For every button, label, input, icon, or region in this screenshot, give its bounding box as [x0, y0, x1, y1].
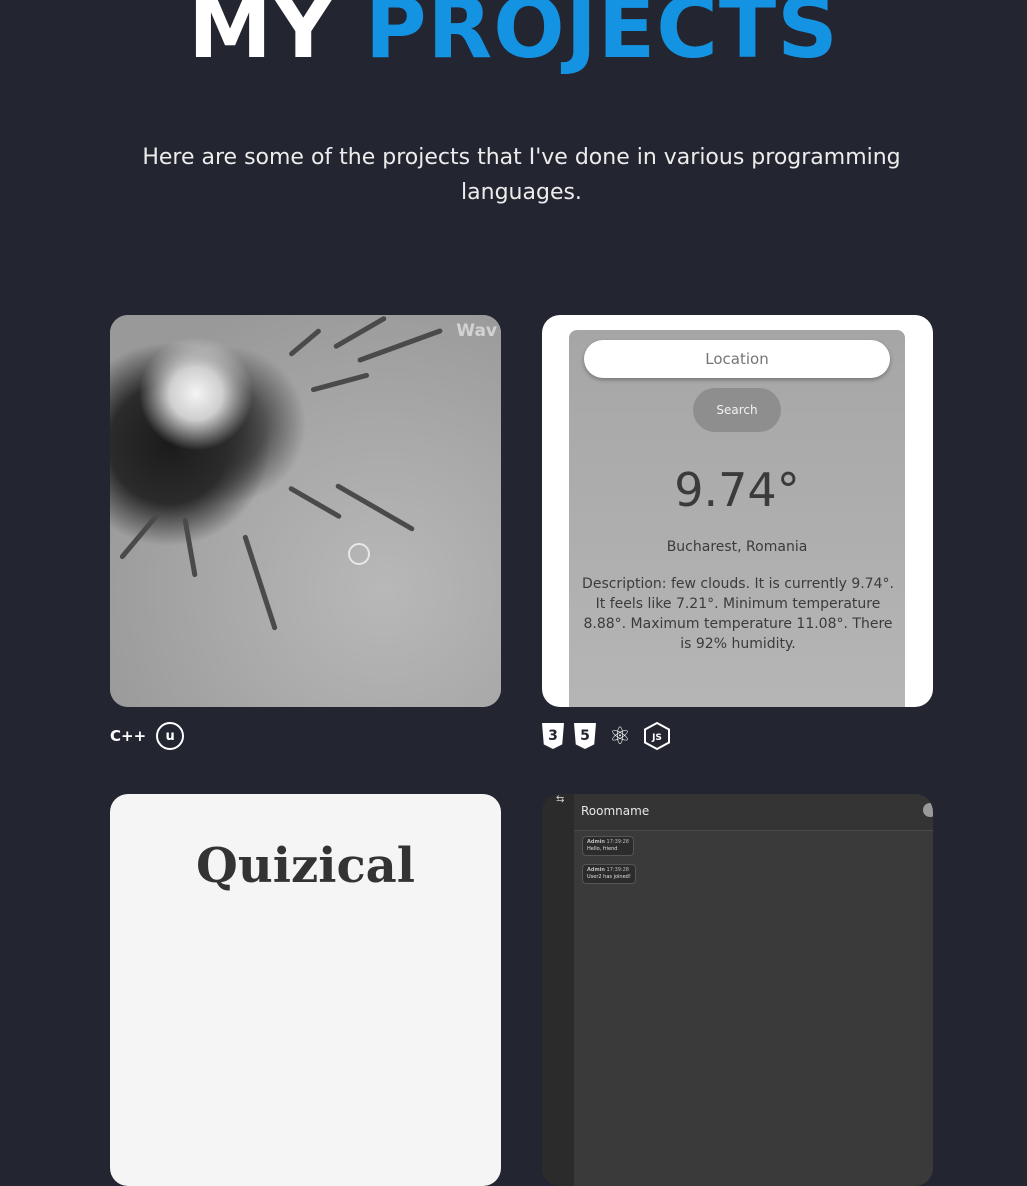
city-label: Bucharest, Romania: [666, 539, 808, 555]
message-text: Hello, friend: [587, 846, 618, 852]
message-author: Admin: [587, 839, 605, 845]
chat-header: Roomname: [574, 794, 933, 831]
unreal-engine-icon: u: [156, 722, 185, 750]
weather-description: Description: few clouds. It is currently…: [582, 576, 894, 652]
game-watermark: Wav: [456, 321, 497, 341]
quiz-title: Quizical: [196, 838, 415, 894]
message-time: 17:39:28: [606, 839, 629, 845]
project-card-game[interactable]: Wav: [110, 315, 501, 707]
react-icon: ⚛: [609, 722, 631, 750]
game-screenshot: [110, 315, 501, 707]
nodejs-icon: JS: [644, 722, 670, 750]
message-text: User2 has joined!: [587, 874, 631, 880]
page-subtitle: Here are some of the projects that I've …: [142, 145, 901, 205]
title-accent-word: PROJECTS: [364, 0, 839, 77]
message-time: 17:39:28: [606, 867, 629, 873]
chat-message: Admin 17:39:28 User2 has joined!: [582, 864, 636, 884]
search-button[interactable]: Search: [693, 388, 781, 432]
project-card-quiz[interactable]: Quizical: [110, 794, 501, 1186]
chat-status-dot: [923, 803, 933, 817]
swap-icon: ⇆: [556, 794, 565, 805]
css3-icon: 3: [542, 723, 564, 749]
room-name: Roomname: [581, 804, 650, 818]
tech-stack-weather: 3 5 ⚛ JS: [542, 722, 670, 750]
hexagon-shape: JS: [644, 722, 670, 750]
project-card-chat[interactable]: ⇆ Roomname Admin 17:39:28 Hello, friend …: [542, 794, 933, 1186]
crosshair-icon: [348, 543, 370, 565]
message-author: Admin: [587, 867, 605, 873]
html5-icon: 5: [574, 723, 596, 749]
chat-message: Admin 17:39:28 Hello, friend: [582, 836, 634, 856]
title-first-word: MY: [188, 0, 335, 77]
location-input[interactable]: [584, 340, 890, 378]
temperature-readout: 9.74°: [674, 463, 800, 517]
weather-app-screenshot: Search 9.74° Bucharest, Romania Descript…: [569, 330, 905, 707]
tech-stack-game: C++ u: [110, 722, 185, 750]
chat-sidebar: ⇆: [542, 794, 574, 1186]
project-card-weather[interactable]: Search 9.74° Bucharest, Romania Descript…: [542, 315, 933, 707]
cplusplus-icon: C++: [110, 727, 147, 745]
page-title: MY PROJECTS: [0, 0, 1027, 70]
nodejs-label: JS: [651, 733, 662, 743]
